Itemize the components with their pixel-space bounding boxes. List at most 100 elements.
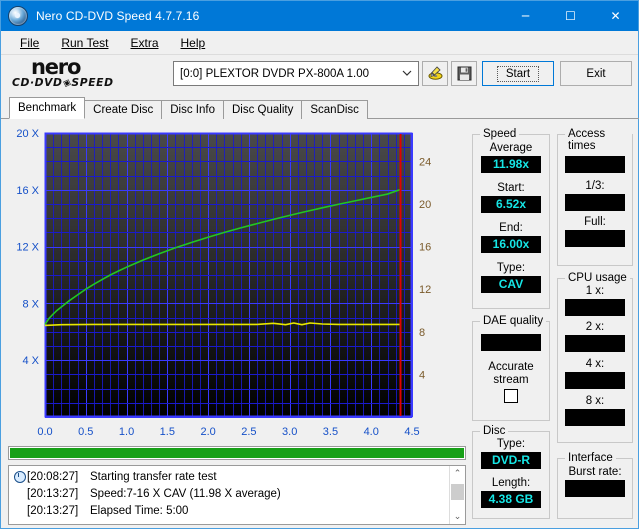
speed-end-field: End: 16.00x	[473, 222, 549, 253]
info-icon	[12, 470, 27, 483]
speed-average-label: Average	[489, 142, 533, 154]
speed-type-label: Type:	[496, 262, 526, 274]
accurate-stream-checkbox[interactable]	[504, 389, 518, 403]
speed-average-value: 11.98x	[481, 156, 541, 173]
svg-text:20: 20	[419, 199, 431, 211]
log-timestamp: [20:08:27]	[27, 470, 79, 483]
svg-text:2.5: 2.5	[241, 426, 256, 438]
speed-start-label: Start:	[497, 182, 525, 194]
svg-text:0.0: 0.0	[37, 426, 52, 438]
svg-text:16 X: 16 X	[16, 185, 39, 197]
exit-button[interactable]: Exit	[560, 61, 632, 86]
burst-rate-label: Burst rate:	[568, 466, 622, 478]
menu-help-label: Help	[180, 35, 206, 50]
speed-group-legend: Speed	[480, 128, 520, 140]
close-button[interactable]: ✕	[593, 1, 638, 31]
logo-nero-text: nero	[31, 55, 81, 79]
speed-average-field: Average 11.98x	[473, 142, 549, 173]
access-times-group: Access times Random: 1/3: Full:	[557, 128, 633, 266]
start-button[interactable]: Start	[482, 61, 554, 86]
logo-sub-left: CD·DVD	[12, 77, 63, 89]
svg-text:12: 12	[419, 284, 431, 296]
disc-length-field: Length: 4.38 GB	[473, 477, 549, 508]
tab-disc-quality[interactable]: Disc Quality	[223, 100, 303, 119]
interface-group-legend: Interface	[565, 452, 616, 464]
eject-disc-button[interactable]	[422, 61, 448, 86]
disc-type-label: Type:	[496, 438, 526, 450]
progress-bar	[8, 446, 466, 460]
access-third-value	[565, 194, 625, 211]
menu-file[interactable]: File	[9, 33, 50, 53]
svg-text:1.5: 1.5	[160, 426, 175, 438]
cpu-2x-field: 2 x:	[558, 321, 632, 352]
access-random-value	[565, 156, 625, 173]
cpu-8x-value	[565, 409, 625, 426]
disc-group: Disc Type: DVD-R Length: 4.38 GB	[472, 425, 550, 519]
svg-text:20 X: 20 X	[16, 128, 39, 140]
right-panels: Speed Average 11.98x Start: 6.52x End: 1…	[472, 128, 638, 528]
menu-run-test-label: Run Test	[61, 35, 109, 50]
log-timestamp: [20:13:27]	[27, 504, 79, 517]
access-third-field: 1/3:	[558, 180, 632, 211]
minimize-button[interactable]: ─	[503, 1, 548, 31]
cpu-4x-value	[565, 372, 625, 389]
maximize-icon: ☐	[565, 9, 576, 23]
burst-rate-value	[565, 480, 625, 497]
tab-disc-quality-label: Disc Quality	[232, 104, 294, 116]
menu-extra[interactable]: Extra	[119, 33, 169, 53]
cpu-usage-group: CPU usage 1 x: 2 x: 4 x: 8 x:	[557, 272, 633, 443]
svg-text:4.5: 4.5	[404, 426, 419, 438]
nero-logo: nero CD·DVD◈SPEED	[7, 55, 167, 94]
cpu-2x-value	[565, 335, 625, 352]
log-scrollbar[interactable]: ⌃ ⌄	[449, 466, 465, 524]
dae-quality-field	[473, 334, 549, 351]
disc-type-value: DVD-R	[481, 452, 541, 469]
svg-text:2.0: 2.0	[200, 426, 215, 438]
svg-text:24: 24	[419, 156, 431, 168]
menu-help[interactable]: Help	[170, 33, 217, 53]
accurate-stream-label-line2: stream	[493, 374, 529, 386]
maximize-button[interactable]: ☐	[548, 1, 593, 31]
cpu-4x-label: 4 x:	[585, 358, 605, 370]
chevron-down-icon	[396, 69, 418, 79]
svg-text:4.0: 4.0	[364, 426, 379, 438]
tab-benchmark-label: Benchmark	[18, 102, 77, 114]
access-full-value	[565, 230, 625, 247]
menu-extra-label: Extra	[130, 35, 159, 50]
scroll-up-icon[interactable]: ⌃	[450, 466, 465, 481]
save-button[interactable]	[451, 61, 477, 86]
close-icon: ✕	[610, 9, 621, 23]
title-bar: Nero CD-DVD Speed 4.7.7.16 ─ ☐ ✕	[1, 1, 638, 31]
logo-sub-right: SPEED	[71, 77, 114, 89]
tab-strip: Benchmark Create Disc Disc Info Disc Qua…	[1, 97, 639, 119]
dae-quality-legend: DAE quality	[480, 315, 547, 327]
menu-run-test[interactable]: Run Test	[50, 33, 119, 53]
toolbar: nero CD·DVD◈SPEED [0:0] PLEXTOR DVDR PX-…	[1, 55, 638, 95]
cpu-usage-legend: CPU usage	[565, 272, 630, 284]
tab-disc-info-label: Disc Info	[170, 104, 215, 116]
benchmark-chart: 4 X 8 X 12 X 16 X 20 X 4 8 12 16 20 24 0.0 0.5 1.0 1.5…	[8, 128, 466, 441]
tab-disc-info[interactable]: Disc Info	[161, 100, 224, 119]
speed-type-value: CAV	[481, 276, 541, 293]
benchmark-chart-svg: 4 X 8 X 12 X 16 X 20 X 4 8 12 16 20 24 0.0 0.5 1.0 1.5…	[16, 128, 431, 438]
log-message: Elapsed Time: 5:00	[90, 504, 189, 517]
speed-start-value: 6.52x	[481, 196, 541, 213]
svg-text:4 X: 4 X	[22, 355, 39, 367]
scrollbar-thumb[interactable]	[451, 484, 464, 500]
cpu-8x-label: 8 x:	[585, 395, 605, 407]
log-panel[interactable]: [20:08:27] Starting transfer rate test […	[8, 465, 466, 525]
menu-bar: File Run Test Extra Help	[1, 31, 638, 55]
svg-text:0.5: 0.5	[78, 426, 93, 438]
floppy-save-icon	[457, 66, 471, 81]
scroll-down-icon[interactable]: ⌄	[450, 509, 465, 524]
svg-text:3.0: 3.0	[282, 426, 297, 438]
interface-group: Interface Burst rate:	[557, 452, 633, 519]
svg-text:8 X: 8 X	[22, 298, 39, 310]
cpu-1x-value	[565, 299, 625, 316]
drive-select[interactable]: [0:0] PLEXTOR DVDR PX-800A 1.00	[173, 61, 419, 86]
menu-file-label: File	[20, 35, 40, 50]
tab-create-disc[interactable]: Create Disc	[84, 100, 163, 119]
tab-scandisc[interactable]: ScanDisc	[301, 100, 368, 119]
access-third-label: 1/3:	[585, 180, 605, 192]
tab-benchmark[interactable]: Benchmark	[9, 97, 86, 119]
